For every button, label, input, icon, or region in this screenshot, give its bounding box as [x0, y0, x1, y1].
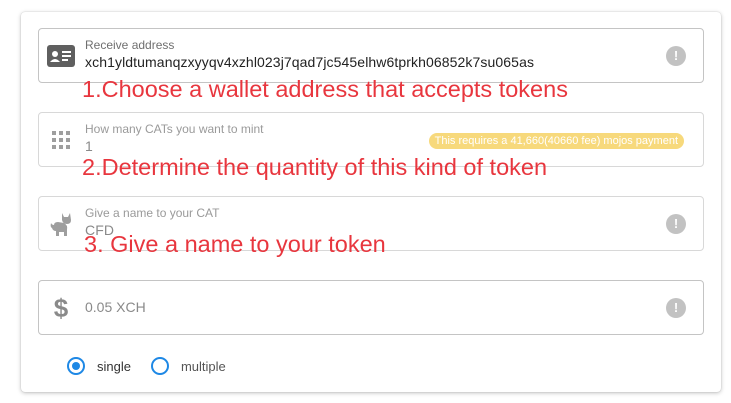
- annotation-step-2: 2.Determine the quantity of this kind of…: [82, 154, 548, 180]
- receive-address-label: Receive address: [85, 38, 175, 52]
- help-icon[interactable]: !: [666, 46, 686, 66]
- help-icon[interactable]: !: [666, 214, 686, 234]
- help-icon[interactable]: !: [666, 298, 686, 318]
- id-card-icon: [47, 42, 75, 70]
- fee-field[interactable]: $ 0.05 XCH !: [38, 280, 704, 335]
- fee-requirement-badge: This requires a 41,660(40660 fee) mojos …: [428, 133, 684, 149]
- single-radio-label[interactable]: single: [97, 359, 131, 374]
- cat-icon: [47, 210, 75, 238]
- svg-text:$: $: [54, 295, 69, 321]
- single-radio[interactable]: [67, 357, 85, 375]
- mode-radio-group: single multiple: [67, 357, 226, 375]
- receive-address-input[interactable]: xch1yldtumanqzxyyqv4xzhl023j7qad7jc545el…: [85, 54, 534, 70]
- mint-cat-form: Receive address xch1yldtumanqzxyyqv4xzhl…: [21, 12, 721, 392]
- keypad-icon: [47, 126, 75, 154]
- dollar-icon: $: [47, 294, 75, 322]
- fee-input[interactable]: 0.05 XCH: [85, 299, 146, 315]
- multiple-radio[interactable]: [150, 357, 169, 375]
- receive-address-field[interactable]: Receive address xch1yldtumanqzxyyqv4xzhl…: [38, 28, 704, 83]
- mint-quantity-input[interactable]: 1: [85, 138, 93, 154]
- annotation-step-3: 3. Give a name to your token: [84, 231, 386, 257]
- mint-quantity-label: How many CATs you want to mint: [85, 122, 264, 136]
- cat-name-label: Give a name to your CAT: [85, 206, 220, 220]
- annotation-step-1: 1.Choose a wallet address that accepts t…: [82, 76, 568, 102]
- multiple-radio-label[interactable]: multiple: [181, 359, 226, 374]
